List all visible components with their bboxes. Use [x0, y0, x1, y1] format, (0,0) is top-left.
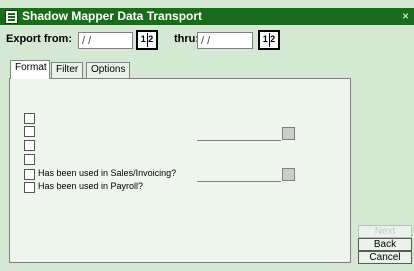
thru-label: thru: — [174, 33, 200, 45]
app-icon — [5, 10, 18, 24]
option-field-2[interactable] — [197, 181, 281, 182]
checkbox-2[interactable] — [24, 126, 35, 137]
title-bar: Shadow Mapper Data Transport × — [0, 8, 414, 25]
thru-calendar-icon[interactable]: 1 2 — [258, 30, 280, 50]
sales-invoicing-label: Has been used in Sales/Invoicing? — [38, 168, 177, 178]
option-1-lookup-button[interactable] — [282, 127, 295, 140]
checkbox-3[interactable] — [24, 140, 35, 151]
back-button[interactable]: Back — [358, 238, 412, 251]
checkbox-1[interactable] — [24, 113, 35, 124]
tab-format[interactable]: Format — [10, 60, 50, 79]
export-from-label: Export from: — [6, 33, 72, 45]
tab-options[interactable]: Options — [86, 62, 130, 78]
close-icon[interactable]: × — [399, 9, 412, 23]
cancel-button[interactable]: Cancel — [358, 251, 412, 264]
next-button[interactable]: Next — [358, 225, 412, 238]
sales-invoicing-checkbox[interactable] — [24, 169, 35, 180]
format-tab-panel: Has been used in Sales/Invoicing? Has be… — [9, 78, 351, 263]
export-range-bar: Export from: 1 2 thru: 1 2 — [0, 25, 414, 54]
payroll-checkbox[interactable] — [24, 182, 35, 193]
tab-filter[interactable]: Filter — [51, 62, 83, 78]
dialog-window: Shadow Mapper Data Transport × Export fr… — [0, 0, 414, 271]
export-from-calendar-icon[interactable]: 1 2 — [136, 30, 158, 50]
option-field-1[interactable] — [197, 140, 281, 141]
window-title: Shadow Mapper Data Transport — [22, 9, 203, 23]
payroll-label: Has been used in Payroll? — [38, 181, 144, 191]
thru-date-input[interactable] — [197, 32, 253, 49]
export-from-date-input[interactable] — [78, 32, 133, 49]
checkbox-4[interactable] — [24, 154, 35, 165]
option-2-lookup-button[interactable] — [282, 168, 295, 181]
